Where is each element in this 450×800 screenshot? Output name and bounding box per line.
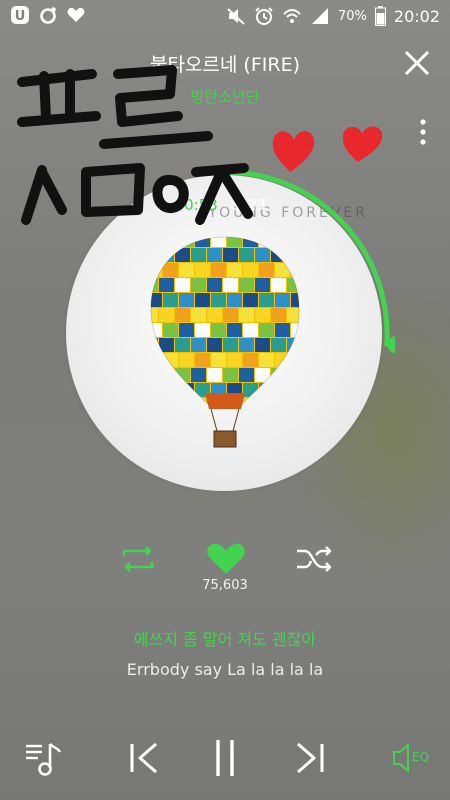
wifi-icon [283,9,301,23]
lyric-next-line[interactable]: Errbody say La la la la la [0,660,450,679]
pause-icon[interactable] [207,736,243,780]
lyric-current-line[interactable]: 애쓰지 좀 말어 져도 괜찮아 [0,626,450,650]
close-icon[interactable] [402,48,432,78]
eq-label: EQ [412,750,430,764]
svg-text:U: U [15,9,26,24]
next-icon[interactable] [290,740,330,776]
shuffle-icon[interactable] [294,542,334,576]
clock: 20:02 [393,6,440,26]
heart-icon [67,7,85,22]
status-left: U [10,5,86,25]
more-vertical-icon[interactable] [418,118,428,148]
status-bar: U 70% 20:02 [0,0,450,34]
like-heart-icon[interactable] [206,542,246,576]
mute-icon [227,8,245,25]
like-count: 75,603 [202,578,248,593]
battery-percent: 70% [337,8,367,24]
equalizer-button[interactable]: EQ [390,740,434,776]
alarm-icon [255,7,273,25]
u-plus-icon: U [11,6,29,24]
handwriting-doodle [17,65,253,225]
previous-icon[interactable] [124,740,164,776]
repeat-icon[interactable] [118,542,158,576]
dot-circle-icon [40,7,56,24]
heart-doodle [272,126,383,172]
status-right: 70% 20:02 [226,6,440,26]
signal-icon [311,8,328,24]
battery-icon [374,6,386,26]
playlist-icon[interactable] [24,738,64,778]
playback-bar: EQ [0,730,450,790]
